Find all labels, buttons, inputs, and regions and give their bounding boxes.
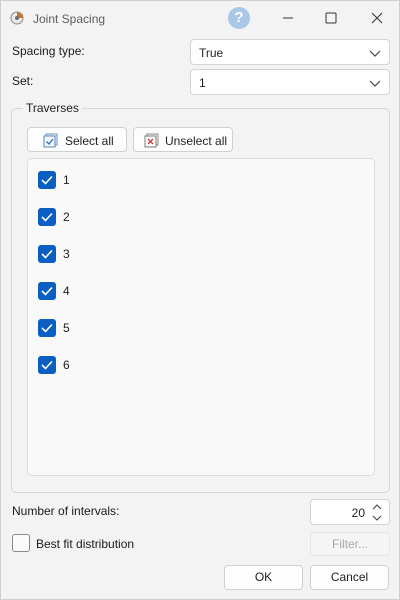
- close-icon[interactable]: [367, 8, 387, 28]
- checkmark-icon: [41, 360, 53, 370]
- spacing-type-dropdown[interactable]: True: [190, 39, 390, 65]
- set-label: Set:: [12, 74, 34, 88]
- spin-down-icon[interactable]: [371, 513, 383, 523]
- traverse-3-label: 3: [63, 247, 70, 261]
- intervals-spinner[interactable]: 20: [310, 499, 390, 525]
- best-fit-label: Best fit distribution: [36, 537, 135, 551]
- window-title: Joint Spacing: [33, 12, 106, 26]
- maximize-icon[interactable]: [321, 8, 341, 28]
- intervals-label: Number of intervals:: [12, 504, 120, 518]
- traverse-4-checkbox[interactable]: [38, 282, 56, 300]
- cancel-button[interactable]: Cancel: [310, 565, 389, 590]
- traverse-5-checkbox[interactable]: [38, 319, 56, 337]
- set-dropdown[interactable]: 1: [190, 69, 390, 95]
- title-bar[interactable]: Joint Spacing ?: [1, 1, 399, 35]
- traverse-3-checkbox[interactable]: [38, 245, 56, 263]
- traverse-1-checkbox[interactable]: [38, 171, 56, 189]
- traverses-list[interactable]: 1 2 3 4 5 6: [27, 158, 375, 476]
- traverse-item-4[interactable]: 4: [38, 281, 238, 301]
- traverse-item-1[interactable]: 1: [38, 170, 238, 190]
- spin-up-icon[interactable]: [371, 502, 383, 512]
- traverse-4-label: 4: [63, 284, 70, 298]
- traverse-2-checkbox[interactable]: [38, 208, 56, 226]
- traverse-item-5[interactable]: 5: [38, 318, 238, 338]
- spacing-type-label: Spacing type:: [12, 44, 85, 58]
- select-all-button[interactable]: Select all: [27, 127, 127, 152]
- intervals-value: 20: [351, 506, 365, 520]
- traverse-item-3[interactable]: 3: [38, 244, 238, 264]
- traverse-5-label: 5: [63, 321, 70, 335]
- unselect-all-label: Unselect all: [165, 134, 228, 148]
- traverse-item-6[interactable]: 6: [38, 355, 238, 375]
- traverses-group-title: Traverses: [23, 101, 82, 115]
- traverse-1-label: 1: [63, 173, 70, 187]
- traverse-6-label: 6: [63, 358, 70, 372]
- checkmark-icon: [41, 323, 53, 333]
- spacing-type-value: True: [199, 46, 224, 60]
- checkmark-icon: [41, 212, 53, 222]
- checkmark-icon: [41, 175, 53, 185]
- traverse-6-checkbox[interactable]: [38, 356, 56, 374]
- filter-button[interactable]: Filter...: [310, 532, 390, 556]
- chevron-down-icon: [369, 50, 381, 57]
- unselect-all-button[interactable]: Unselect all: [133, 127, 233, 152]
- select-all-icon: [43, 133, 58, 148]
- joint-spacing-dialog: Joint Spacing ? Spacing type: True Set: …: [0, 0, 400, 600]
- app-icon: [10, 11, 24, 25]
- set-value: 1: [199, 76, 206, 90]
- ok-button[interactable]: OK: [224, 565, 303, 590]
- checkmark-icon: [41, 249, 53, 259]
- traverse-item-2[interactable]: 2: [38, 207, 238, 227]
- checkmark-icon: [41, 286, 53, 296]
- minimize-icon[interactable]: [278, 8, 298, 28]
- traverse-2-label: 2: [63, 210, 70, 224]
- select-all-label: Select all: [65, 134, 114, 148]
- help-icon[interactable]: ?: [228, 7, 250, 29]
- chevron-down-icon: [369, 80, 381, 87]
- unselect-all-icon: [144, 133, 159, 148]
- best-fit-checkbox[interactable]: [12, 534, 30, 552]
